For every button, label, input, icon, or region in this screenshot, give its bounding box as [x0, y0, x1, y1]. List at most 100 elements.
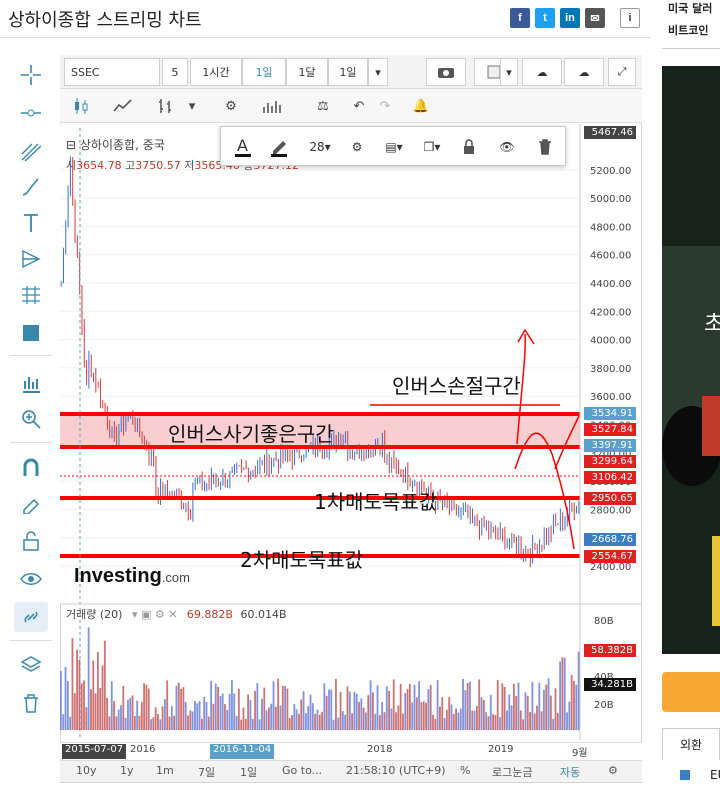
volume-bar: [536, 705, 538, 730]
lock-icon[interactable]: [457, 133, 481, 161]
price-chart[interactable]: 5200.00 5000.00 4800.00 4600.00 4400.00 4200.…: [60, 124, 642, 760]
volume-bar: [415, 697, 418, 730]
linkedin-icon[interactable]: in: [560, 8, 580, 28]
brush-icon[interactable]: [14, 172, 48, 202]
gear-icon[interactable]: ⚙: [216, 93, 246, 119]
period-1mo[interactable]: 1달: [286, 58, 328, 86]
facebook-icon[interactable]: f: [510, 8, 530, 28]
volume-bar: [99, 687, 102, 730]
measure-icon[interactable]: [14, 280, 48, 310]
zoom-icon[interactable]: [14, 404, 48, 434]
range-1m[interactable]: 1m: [156, 764, 174, 777]
shape-icon[interactable]: [14, 318, 48, 348]
gear-icon[interactable]: ⚙: [608, 764, 618, 777]
percent-toggle[interactable]: %: [460, 764, 470, 777]
ad-text: 초: [704, 312, 720, 337]
pencil-icon[interactable]: [265, 133, 293, 161]
volume-tick-label: 20B: [594, 700, 614, 711]
volume-bar: [138, 715, 141, 730]
interval-input[interactable]: 5: [162, 58, 188, 86]
chevron-down-icon[interactable]: ▾: [368, 58, 388, 86]
auto-scale-toggle[interactable]: 자동: [560, 764, 580, 780]
pattern-icon[interactable]: [14, 244, 48, 274]
trash-icon[interactable]: [533, 133, 557, 161]
magnet-icon[interactable]: [14, 452, 48, 482]
redo-icon[interactable]: ↷: [370, 93, 400, 119]
time-axis[interactable]: 2015-07-07 2016 2016-11-04 2018 2019 9월: [60, 742, 642, 760]
fibonacci-icon[interactable]: [14, 136, 48, 166]
annotation-buy-zone[interactable]: 인버스사기좋은구간: [168, 418, 334, 447]
period-1d[interactable]: 1일: [242, 58, 286, 86]
compare-icon[interactable]: ⚖: [308, 93, 338, 119]
volume-bar: [378, 715, 381, 730]
gear-icon[interactable]: ⚙: [345, 133, 369, 161]
fullscreen-icon[interactable]: ⤢: [608, 58, 636, 86]
twitter-icon[interactable]: t: [535, 8, 555, 28]
unlock-icon[interactable]: [14, 526, 48, 556]
text-color-icon[interactable]: A: [229, 133, 257, 161]
range-1y[interactable]: 1y: [120, 764, 134, 777]
eye-icon[interactable]: 👁: [495, 133, 519, 161]
link-icon[interactable]: [14, 602, 48, 632]
range-7d[interactable]: 7일: [198, 764, 215, 780]
volume-bar: [64, 666, 67, 730]
volume-bar: [207, 716, 210, 730]
chart-legend[interactable]: ⊟ 상하이종합, 중국: [66, 136, 165, 153]
link-usd[interactable]: 미국 달러: [668, 0, 712, 16]
goto-button[interactable]: Go to...: [282, 764, 322, 777]
volume-bar: [418, 681, 421, 730]
period-1h[interactable]: 1시간: [190, 58, 242, 86]
volume-bar: [367, 695, 370, 730]
volume-bar: [78, 659, 81, 730]
bar-chart-icon[interactable]: [150, 93, 180, 119]
collapse-icon[interactable]: ⊟: [66, 138, 76, 152]
studies-icon[interactable]: [258, 93, 288, 119]
ad-button[interactable]: [662, 672, 720, 712]
layer-order-icon[interactable]: ▤▾: [377, 133, 411, 161]
log-scale-toggle[interactable]: 로그눈금: [492, 764, 532, 780]
volume-bar: [570, 674, 573, 730]
annotation-target2[interactable]: 2차매도목표값: [240, 544, 363, 573]
link-bitcoin[interactable]: 비트코인: [668, 22, 708, 38]
range-10y[interactable]: 10y: [76, 764, 97, 777]
volume-bar: [499, 717, 501, 730]
volume-bar: [381, 701, 384, 730]
font-size-select[interactable]: 28 ▾: [301, 133, 339, 161]
lock-drawing-icon[interactable]: [14, 488, 48, 518]
period-select[interactable]: 1일: [328, 58, 368, 86]
trash-icon[interactable]: [14, 688, 48, 718]
volume-bar: [462, 678, 464, 730]
cloud-download-icon[interactable]: ☁: [522, 58, 562, 86]
email-icon[interactable]: ✉: [585, 8, 605, 28]
volume-bar: [122, 685, 125, 730]
annotation-stop-zone[interactable]: 인버스손절구간: [392, 370, 521, 399]
volume-legend[interactable]: 거래량 (20) ▾ ▣ ⚙ ✕ 69.882B 60.014B: [66, 606, 287, 622]
trendline-icon[interactable]: [14, 98, 48, 128]
crosshair-icon[interactable]: [14, 60, 48, 90]
candlestick-icon[interactable]: [66, 93, 96, 119]
cloud-upload-icon[interactable]: ☁: [564, 58, 604, 86]
info-icon[interactable]: i: [620, 8, 640, 28]
tab-forex[interactable]: 외환: [662, 728, 720, 760]
chevron-down-icon[interactable]: ▾: [182, 93, 202, 119]
volume-settings-icons[interactable]: ▾ ▣ ⚙ ✕: [132, 608, 177, 621]
volume-bar: [140, 701, 143, 730]
volume-bar: [272, 681, 275, 730]
text-icon[interactable]: [14, 208, 48, 238]
line-chart-icon[interactable]: [108, 93, 138, 119]
volume-bar: [103, 640, 106, 730]
volume-bar: [175, 685, 178, 730]
symbol-input[interactable]: SSEC: [64, 58, 160, 86]
camera-icon[interactable]: [426, 58, 466, 86]
layers-icon[interactable]: [14, 650, 48, 680]
clone-icon[interactable]: ❐▾: [415, 133, 449, 161]
chevron-down-icon[interactable]: ▾: [500, 58, 518, 86]
range-1d[interactable]: 1일: [240, 764, 257, 780]
volume-bar: [94, 693, 97, 730]
volume-bar: [284, 685, 286, 730]
annotation-target1[interactable]: 1차매도목표값: [314, 486, 437, 515]
alert-icon[interactable]: 🔔: [406, 93, 436, 119]
eye-icon[interactable]: [14, 564, 48, 594]
indicators-icon[interactable]: [14, 368, 48, 398]
volume-bar: [180, 688, 182, 730]
